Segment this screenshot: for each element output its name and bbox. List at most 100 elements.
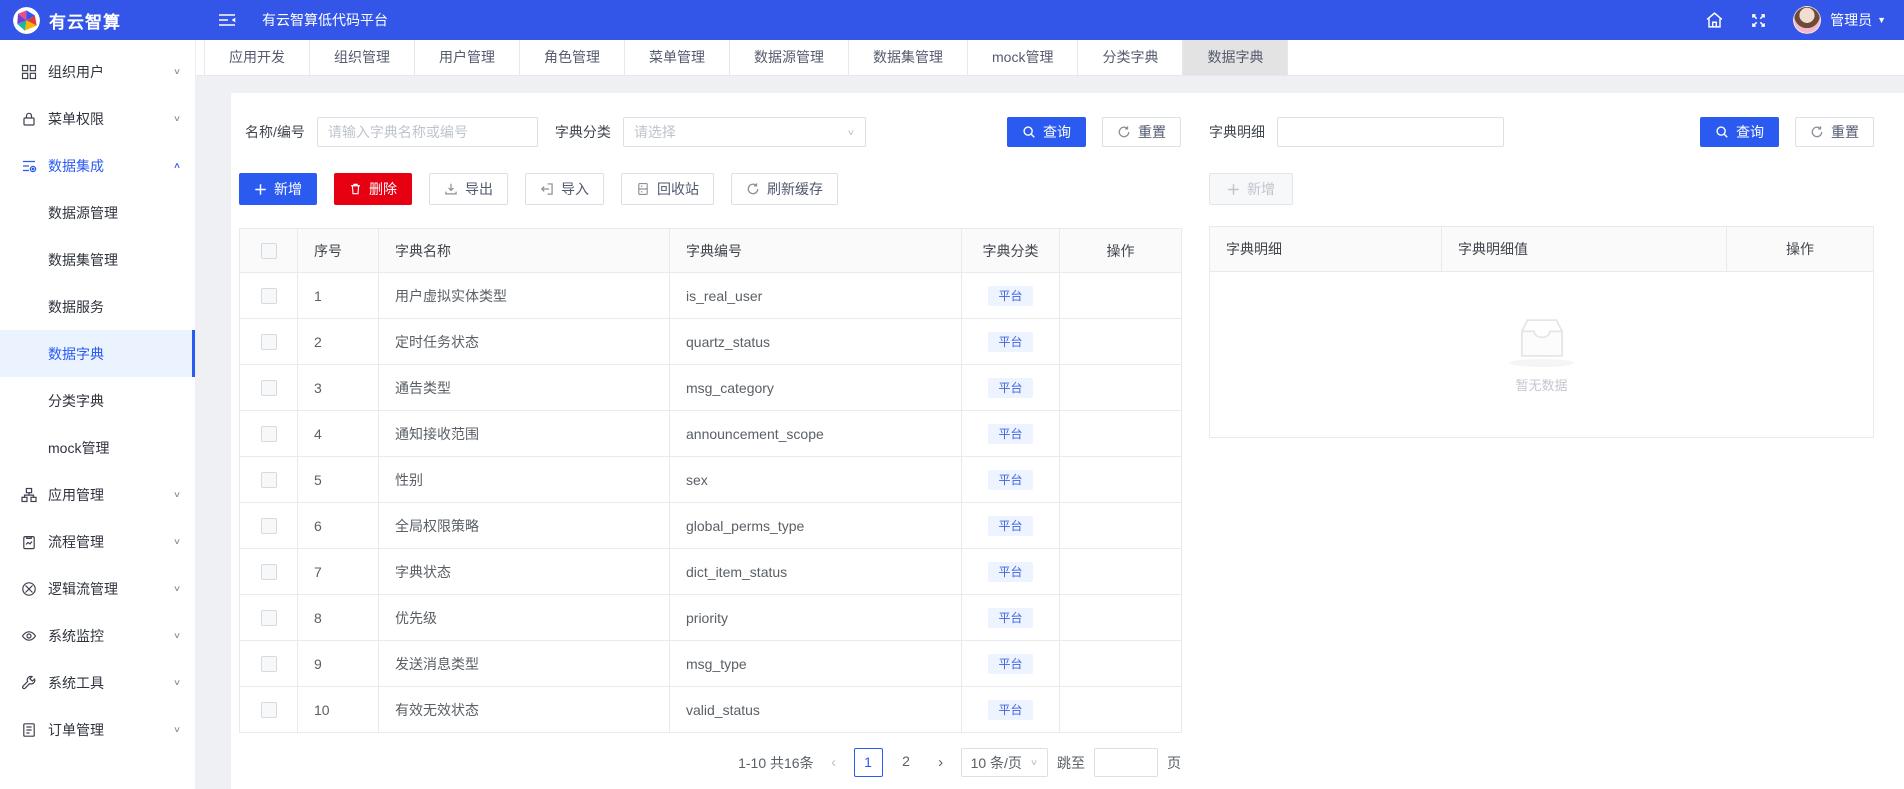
refresh-cache-button-label: 刷新缓存 — [767, 179, 823, 199]
row-checkbox[interactable] — [261, 334, 277, 350]
tab-menu-mgmt[interactable]: 菜单管理 — [625, 40, 730, 75]
user-menu[interactable]: 管理员 ▼ — [1830, 10, 1886, 30]
dict-name-cell: 通告类型 — [379, 365, 670, 411]
col-header-category: 字典分类 — [962, 229, 1060, 273]
select-all-checkbox[interactable] — [261, 243, 277, 259]
reset-button[interactable]: 重置 — [1102, 117, 1181, 147]
add-button[interactable]: 新增 — [239, 173, 317, 205]
row-actions-cell — [1060, 687, 1182, 733]
sidebar-subitem-category-dict[interactable]: 分类字典 — [0, 377, 195, 424]
sidebar-item-process-mgmt[interactable]: 流程管理 ∨ — [0, 518, 195, 565]
import-icon — [540, 182, 554, 196]
dict-name-cell: 定时任务状态 — [379, 319, 670, 365]
search-button[interactable]: 查询 — [1007, 117, 1086, 147]
row-checkbox[interactable] — [261, 288, 277, 304]
tab-mock-mgmt[interactable]: mock管理 — [968, 40, 1078, 75]
chevron-down-icon: ∨ — [173, 584, 181, 594]
detail-reset-button[interactable]: 重置 — [1795, 117, 1874, 147]
tab-user-mgmt[interactable]: 用户管理 — [415, 40, 520, 75]
page-2-button[interactable]: 2 — [892, 748, 921, 777]
row-actions-cell — [1060, 319, 1182, 365]
tab-dataset-mgmt[interactable]: 数据集管理 — [849, 40, 968, 75]
next-page-icon[interactable]: › — [930, 754, 952, 771]
sidebar-subitem-data-service[interactable]: 数据服务 — [0, 283, 195, 330]
row-index: 7 — [298, 549, 379, 595]
import-button[interactable]: 导入 — [525, 173, 604, 205]
refresh-cache-button[interactable]: 刷新缓存 — [731, 173, 838, 205]
search-button-label: 查询 — [1736, 122, 1764, 142]
sidebar-item-label: 菜单权限 — [48, 109, 173, 129]
chevron-down-icon: ∨ — [173, 678, 181, 688]
row-actions-cell — [1060, 365, 1182, 411]
row-checkbox[interactable] — [261, 656, 277, 672]
tab-role-mgmt[interactable]: 角色管理 — [520, 40, 625, 75]
sidebar-item-org-users[interactable]: 组织用户 ∨ — [0, 48, 195, 95]
sidebar-item-app-mgmt[interactable]: 应用管理 ∨ — [0, 471, 195, 518]
row-checkbox[interactable] — [261, 610, 277, 626]
process-mgmt-icon — [21, 534, 37, 550]
row-checkbox[interactable] — [261, 518, 277, 534]
category-badge: 平台 — [988, 470, 1032, 490]
col-header-index: 序号 — [298, 229, 379, 273]
row-checkbox[interactable] — [261, 426, 277, 442]
chevron-up-icon: ∧ — [173, 161, 181, 171]
app-title: 有云智算低代码平台 — [262, 10, 388, 30]
lock-icon — [21, 111, 37, 127]
sidebar-item-label: 组织用户 — [48, 62, 173, 82]
row-checkbox[interactable] — [261, 472, 277, 488]
row-checkbox[interactable] — [261, 702, 277, 718]
fullscreen-icon[interactable] — [1750, 12, 1767, 29]
sidebar-subitem-mock-mgmt[interactable]: mock管理 — [0, 424, 195, 471]
recycle-bin-button-label: 回收站 — [657, 179, 699, 199]
sidebar-item-order-mgmt[interactable]: 订单管理 ∨ — [0, 706, 195, 753]
detail-toolbar: 新增 — [1209, 173, 1874, 205]
jump-page-input[interactable] — [1094, 748, 1158, 777]
tab-datasource-mgmt[interactable]: 数据源管理 — [730, 40, 849, 75]
sidebar-subitem-datasource-mgmt[interactable]: 数据源管理 — [0, 189, 195, 236]
recycle-bin-button[interactable]: 回收站 — [621, 173, 714, 205]
sidebar-item-label: 订单管理 — [48, 720, 173, 740]
delete-button[interactable]: 删除 — [334, 173, 412, 205]
recycle-bin-icon — [636, 182, 650, 196]
name-code-input[interactable] — [317, 117, 538, 147]
sidebar-item-logic-flow-mgmt[interactable]: 逻辑流管理 ∨ — [0, 565, 195, 612]
detail-search-input[interactable] — [1277, 117, 1504, 147]
prev-page-icon[interactable]: ‹ — [823, 754, 845, 771]
search-button-label: 查询 — [1043, 122, 1071, 142]
row-checkbox[interactable] — [261, 564, 277, 580]
avatar[interactable] — [1793, 6, 1821, 34]
add-button-label: 新增 — [274, 179, 302, 199]
page-1-button[interactable]: 1 — [854, 748, 883, 777]
row-checkbox[interactable] — [261, 380, 277, 396]
sidebar-subitem-dataset-mgmt[interactable]: 数据集管理 — [0, 236, 195, 283]
export-button[interactable]: 导出 — [429, 173, 508, 205]
sidebar-item-menu-perms[interactable]: 菜单权限 ∨ — [0, 95, 195, 142]
chevron-down-icon: ∨ — [1030, 758, 1038, 768]
tab-app-dev[interactable]: 应用开发 — [204, 40, 310, 75]
row-actions-cell — [1060, 641, 1182, 687]
detail-table-header: 字典明细 字典明细值 操作 — [1210, 227, 1873, 271]
sidebar-item-label: 应用管理 — [48, 485, 173, 505]
col-header-detail-actions: 操作 — [1727, 227, 1873, 271]
detail-search-button[interactable]: 查询 — [1700, 117, 1779, 147]
sidebar-item-label: 流程管理 — [48, 532, 173, 552]
sidebar: 组织用户 ∨ 菜单权限 ∨ 数据集成 ∧ 数据源管理 数据集管理 数据服务 数据… — [0, 40, 196, 789]
sidebar-item-system-monitor[interactable]: 系统监控 ∨ — [0, 612, 195, 659]
dict-code-cell: msg_type — [670, 641, 962, 687]
tab-org-mgmt[interactable]: 组织管理 — [310, 40, 415, 75]
category-select[interactable]: 请选择 ∨ — [623, 117, 866, 147]
plus-icon — [1227, 183, 1240, 196]
dict-code-cell: is_real_user — [670, 273, 962, 319]
sidebar-subitem-label: 分类字典 — [48, 391, 104, 411]
tab-category-dict[interactable]: 分类字典 — [1078, 40, 1183, 75]
sidebar-item-system-tools[interactable]: 系统工具 ∨ — [0, 659, 195, 706]
sidebar-subitem-data-dict[interactable]: 数据字典 — [0, 330, 195, 377]
collapse-sidebar-icon[interactable] — [218, 13, 236, 27]
page-size-select[interactable]: 10 条/页 ∨ — [961, 748, 1048, 777]
detail-add-button[interactable]: 新增 — [1209, 173, 1293, 205]
chevron-down-icon: ∨ — [173, 725, 181, 735]
home-icon[interactable] — [1705, 11, 1724, 29]
tab-data-dict[interactable]: 数据字典 — [1183, 40, 1288, 75]
sidebar-item-data-integration[interactable]: 数据集成 ∧ — [0, 142, 195, 189]
table-row: 10 有效无效状态 valid_status 平台 — [240, 687, 1182, 733]
